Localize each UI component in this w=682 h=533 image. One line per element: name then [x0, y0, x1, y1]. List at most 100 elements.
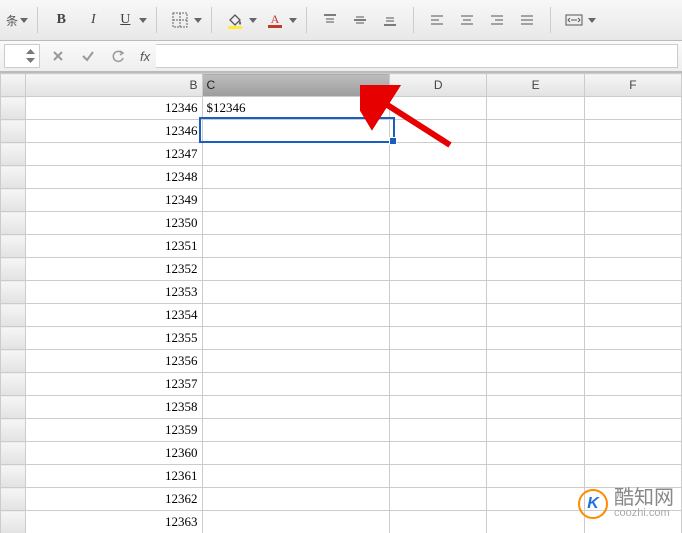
row-header[interactable] — [1, 488, 26, 511]
cell-B1[interactable]: 12346 — [26, 97, 202, 120]
cell-D16[interactable] — [390, 442, 487, 465]
cell-D9[interactable] — [390, 281, 487, 304]
cell-B14[interactable]: 12358 — [26, 396, 202, 419]
row-header[interactable] — [1, 327, 26, 350]
cell-E11[interactable] — [487, 327, 584, 350]
cell-D1[interactable] — [390, 97, 487, 120]
cell-E18[interactable] — [487, 488, 584, 511]
row-header[interactable] — [1, 97, 26, 120]
column-header-F[interactable]: F — [584, 74, 681, 97]
cell-F9[interactable] — [584, 281, 681, 304]
cell-F2[interactable] — [584, 120, 681, 143]
cell-F15[interactable] — [584, 419, 681, 442]
cell-E12[interactable] — [487, 350, 584, 373]
column-header-E[interactable]: E — [487, 74, 584, 97]
cell-C16[interactable] — [202, 442, 390, 465]
cell-D18[interactable] — [390, 488, 487, 511]
font-color-button[interactable]: A — [260, 5, 290, 35]
cell-E17[interactable] — [487, 465, 584, 488]
row-header[interactable] — [1, 419, 26, 442]
cell-E7[interactable] — [487, 235, 584, 258]
fill-handle[interactable] — [389, 137, 397, 145]
cell-C13[interactable] — [202, 373, 390, 396]
row-header[interactable] — [1, 442, 26, 465]
cell-E15[interactable] — [487, 419, 584, 442]
cell-E5[interactable] — [487, 189, 584, 212]
cell-F7[interactable] — [584, 235, 681, 258]
formula-input[interactable] — [156, 44, 678, 68]
cell-B17[interactable]: 12361 — [26, 465, 202, 488]
cell-C7[interactable] — [202, 235, 390, 258]
cell-C4[interactable] — [202, 166, 390, 189]
cell-F12[interactable] — [584, 350, 681, 373]
cell-D17[interactable] — [390, 465, 487, 488]
underline-button[interactable]: U — [110, 5, 140, 35]
cell-F17[interactable] — [584, 465, 681, 488]
cell-E10[interactable] — [487, 304, 584, 327]
align-bottom-button[interactable] — [375, 5, 405, 35]
cancel-icon[interactable] — [46, 44, 70, 68]
cell-D14[interactable] — [390, 396, 487, 419]
row-header[interactable] — [1, 212, 26, 235]
align-top-button[interactable] — [315, 5, 345, 35]
cell-B8[interactable]: 12352 — [26, 258, 202, 281]
row-header[interactable] — [1, 304, 26, 327]
cell-E9[interactable] — [487, 281, 584, 304]
cell-F14[interactable] — [584, 396, 681, 419]
cell-B15[interactable]: 12359 — [26, 419, 202, 442]
row-header[interactable] — [1, 396, 26, 419]
cell-B2[interactable]: 12346 — [26, 120, 202, 143]
row-header[interactable] — [1, 120, 26, 143]
cell-B5[interactable]: 12349 — [26, 189, 202, 212]
row-header[interactable] — [1, 373, 26, 396]
cell-B13[interactable]: 12357 — [26, 373, 202, 396]
cell-F10[interactable] — [584, 304, 681, 327]
cell-D2[interactable] — [390, 120, 487, 143]
cell-D4[interactable] — [390, 166, 487, 189]
cell-C18[interactable] — [202, 488, 390, 511]
cell-C3[interactable] — [202, 143, 390, 166]
cell-D3[interactable] — [390, 143, 487, 166]
cell-E1[interactable] — [487, 97, 584, 120]
name-box[interactable] — [4, 44, 40, 68]
cell-C1[interactable]: $12346 — [202, 97, 390, 120]
cell-F16[interactable] — [584, 442, 681, 465]
cell-F3[interactable] — [584, 143, 681, 166]
cell-B19[interactable]: 12363 — [26, 511, 202, 533]
accept-icon[interactable] — [76, 44, 100, 68]
cell-B9[interactable]: 12353 — [26, 281, 202, 304]
cell-D19[interactable] — [390, 511, 487, 533]
cell-D6[interactable] — [390, 212, 487, 235]
cell-B4[interactable]: 12348 — [26, 166, 202, 189]
bold-button[interactable]: B — [46, 5, 76, 35]
undo-arc-icon[interactable] — [106, 44, 130, 68]
cell-C19[interactable] — [202, 511, 390, 533]
merge-cells-button[interactable] — [559, 5, 589, 35]
cell-C14[interactable] — [202, 396, 390, 419]
cell-D12[interactable] — [390, 350, 487, 373]
cell-E4[interactable] — [487, 166, 584, 189]
row-header[interactable] — [1, 143, 26, 166]
cell-F6[interactable] — [584, 212, 681, 235]
column-header-B[interactable]: B — [26, 74, 202, 97]
cell-F8[interactable] — [584, 258, 681, 281]
cell-E8[interactable] — [487, 258, 584, 281]
cell-E19[interactable] — [487, 511, 584, 533]
column-header-D[interactable]: D — [390, 74, 487, 97]
cell-D8[interactable] — [390, 258, 487, 281]
row-header[interactable] — [1, 511, 26, 533]
row-header[interactable] — [1, 465, 26, 488]
cell-B16[interactable]: 12360 — [26, 442, 202, 465]
cell-D15[interactable] — [390, 419, 487, 442]
cell-E13[interactable] — [487, 373, 584, 396]
dropdown-icon[interactable] — [19, 6, 29, 34]
cell-E3[interactable] — [487, 143, 584, 166]
cell-B3[interactable]: 12347 — [26, 143, 202, 166]
align-left-button[interactable] — [422, 5, 452, 35]
cell-D11[interactable] — [390, 327, 487, 350]
cell-C17[interactable] — [202, 465, 390, 488]
italic-button[interactable]: I — [78, 5, 108, 35]
cell-E6[interactable] — [487, 212, 584, 235]
borders-button[interactable] — [165, 5, 195, 35]
cell-B11[interactable]: 12355 — [26, 327, 202, 350]
